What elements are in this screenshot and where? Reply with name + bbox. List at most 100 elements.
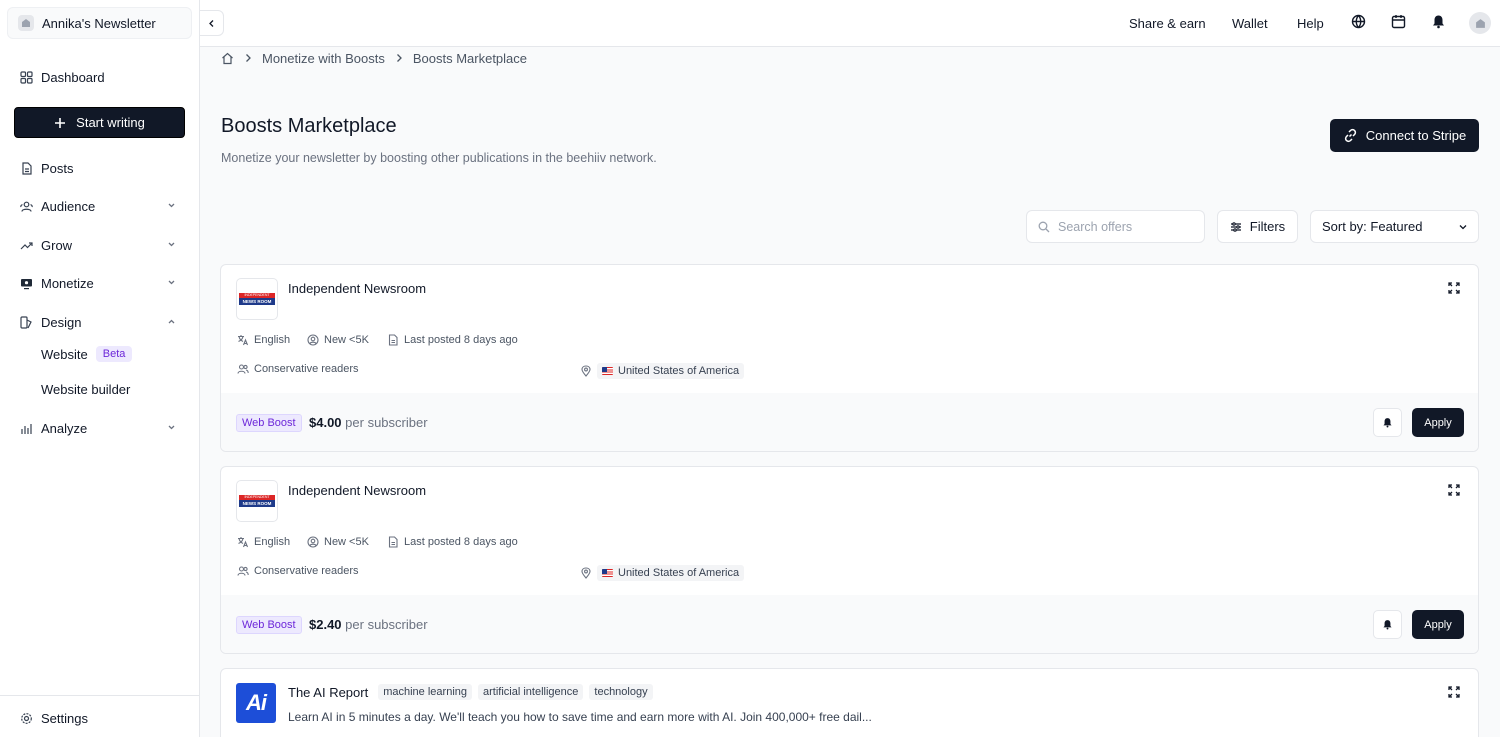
offer-card: Ai The AI Report machine learning artifi… [220, 668, 1479, 737]
top-bar: Share & earn Wallet Help [200, 0, 1500, 47]
bar-chart-icon [20, 422, 33, 435]
country-meta: United States of America [580, 565, 745, 581]
calendar-icon[interactable] [1391, 14, 1406, 29]
home-icon[interactable] [221, 52, 234, 65]
last-posted-meta: Last posted 8 days ago [387, 536, 518, 548]
monitor-money-icon [20, 277, 33, 290]
logo-text: NEWS ROOM [239, 500, 275, 507]
language-meta: English [237, 334, 290, 346]
sidebar-subitem-website-builder[interactable]: Website builder [41, 382, 130, 397]
sidebar-item-label: Audience [41, 198, 96, 214]
expand-icon[interactable] [1448, 282, 1460, 294]
publication-switcher[interactable]: Annika's Newsletter [7, 7, 192, 39]
language-value: English [254, 536, 291, 548]
wallet-link[interactable]: Wallet [1232, 16, 1268, 31]
grid-icon [20, 70, 33, 84]
beta-badge: Beta [95, 346, 133, 362]
publication-avatar-icon [18, 15, 34, 31]
connect-stripe-button[interactable]: Connect to Stripe [1330, 119, 1479, 152]
price-unit: per subscriber [345, 617, 428, 632]
price-value: $4.00 [309, 415, 342, 430]
country-tag: United States of America [597, 363, 745, 379]
audience-meta: Conservative readers [237, 565, 359, 577]
apply-button[interactable]: Apply [1412, 408, 1464, 437]
sidebar-item-label: Grow [41, 237, 73, 253]
plus-icon [54, 117, 66, 129]
filters-label: Filters [1249, 219, 1286, 234]
sidebar-item-settings[interactable]: Settings [20, 706, 180, 730]
breadcrumb-current: Boosts Marketplace [412, 50, 528, 66]
sidebar-item-audience[interactable]: Audience [20, 194, 180, 218]
connect-stripe-label: Connect to Stripe [1365, 128, 1467, 143]
gear-icon [20, 712, 33, 725]
help-link[interactable]: Help [1297, 16, 1324, 31]
collapse-sidebar-button[interactable] [200, 10, 224, 36]
offer-card: INDEPENDENT NEWS ROOM Independent Newsro… [220, 466, 1479, 654]
sidebar-item-label: Analyze [41, 420, 88, 436]
size-meta: New <5K [307, 536, 369, 548]
translate-icon [237, 536, 249, 548]
sidebar-item-label: Monetize [41, 275, 94, 291]
start-writing-button[interactable]: Start writing [14, 107, 185, 138]
share-earn-link[interactable]: Share & earn [1129, 16, 1206, 31]
country-value: United States of America [618, 365, 740, 377]
notify-button[interactable] [1373, 610, 1402, 639]
start-writing-label: Start writing [76, 115, 145, 130]
breadcrumb-link[interactable]: Monetize with Boosts [262, 51, 385, 66]
sidebar-item-dashboard[interactable]: Dashboard [20, 65, 180, 89]
sidebar: Annika's Newsletter Dashboard Start writ… [0, 0, 200, 737]
breadcrumb: Monetize with Boosts Boosts Marketplace [221, 50, 528, 66]
map-pin-icon [580, 567, 592, 579]
user-circle-icon [307, 334, 319, 346]
publication-name: Annika's Newsletter [42, 15, 156, 31]
logo-text: NEWS ROOM [239, 298, 275, 305]
price-unit: per subscriber [345, 415, 428, 430]
publication-name[interactable]: The AI Report [288, 685, 368, 700]
sidebar-item-grow[interactable]: Grow [20, 233, 180, 257]
expand-icon[interactable] [1448, 484, 1460, 496]
bell-icon[interactable] [1431, 14, 1446, 29]
page-subtitle: Monetize your newsletter by boosting oth… [221, 151, 657, 165]
users-icon [20, 200, 33, 213]
publication-name[interactable]: Independent Newsroom [288, 483, 426, 498]
chevron-down-icon [1458, 222, 1468, 232]
publication-name[interactable]: Independent Newsroom [288, 281, 426, 296]
sort-select[interactable]: Sort by: Featured [1310, 210, 1479, 243]
audience-value: Conservative readers [254, 565, 359, 577]
boost-type-badge: Web Boost [236, 616, 302, 634]
apply-button[interactable]: Apply [1412, 610, 1464, 639]
boost-type-badge: Web Boost [236, 414, 302, 432]
globe-icon[interactable] [1351, 14, 1366, 29]
expand-icon[interactable] [1448, 686, 1460, 698]
country-tag: United States of America [597, 565, 745, 581]
sidebar-subitem-website[interactable]: Website Beta [41, 346, 133, 362]
users-icon [237, 363, 249, 375]
sliders-icon [1230, 221, 1242, 233]
filters-button[interactable]: Filters [1217, 210, 1298, 243]
sidebar-item-monetize[interactable]: Monetize [20, 271, 180, 295]
user-avatar[interactable] [1469, 12, 1491, 34]
search-box[interactable] [1026, 210, 1205, 243]
chevron-right-icon [395, 53, 403, 63]
audience-meta: Conservative readers [237, 363, 359, 375]
topic-tag: machine learning [378, 684, 472, 700]
sidebar-item-design[interactable]: Design [20, 310, 180, 334]
user-circle-icon [307, 536, 319, 548]
size-value: New <5K [324, 536, 369, 548]
notify-button[interactable] [1373, 408, 1402, 437]
us-flag-icon [602, 569, 613, 577]
publication-logo: INDEPENDENT NEWS ROOM [236, 278, 278, 320]
chevron-right-icon [244, 53, 252, 63]
publication-logo: INDEPENDENT NEWS ROOM [236, 480, 278, 522]
last-posted-value: Last posted 8 days ago [404, 334, 518, 346]
sidebar-item-analyze[interactable]: Analyze [20, 416, 180, 440]
us-flag-icon [602, 367, 613, 375]
last-posted-value: Last posted 8 days ago [404, 536, 518, 548]
last-posted-meta: Last posted 8 days ago [387, 334, 518, 346]
search-input[interactable] [1058, 219, 1188, 234]
sidebar-item-posts[interactable]: Posts [20, 156, 180, 180]
document-icon [387, 536, 399, 548]
search-icon [1038, 221, 1050, 233]
sidebar-item-label: Dashboard [41, 69, 105, 85]
language-meta: English [237, 536, 290, 548]
